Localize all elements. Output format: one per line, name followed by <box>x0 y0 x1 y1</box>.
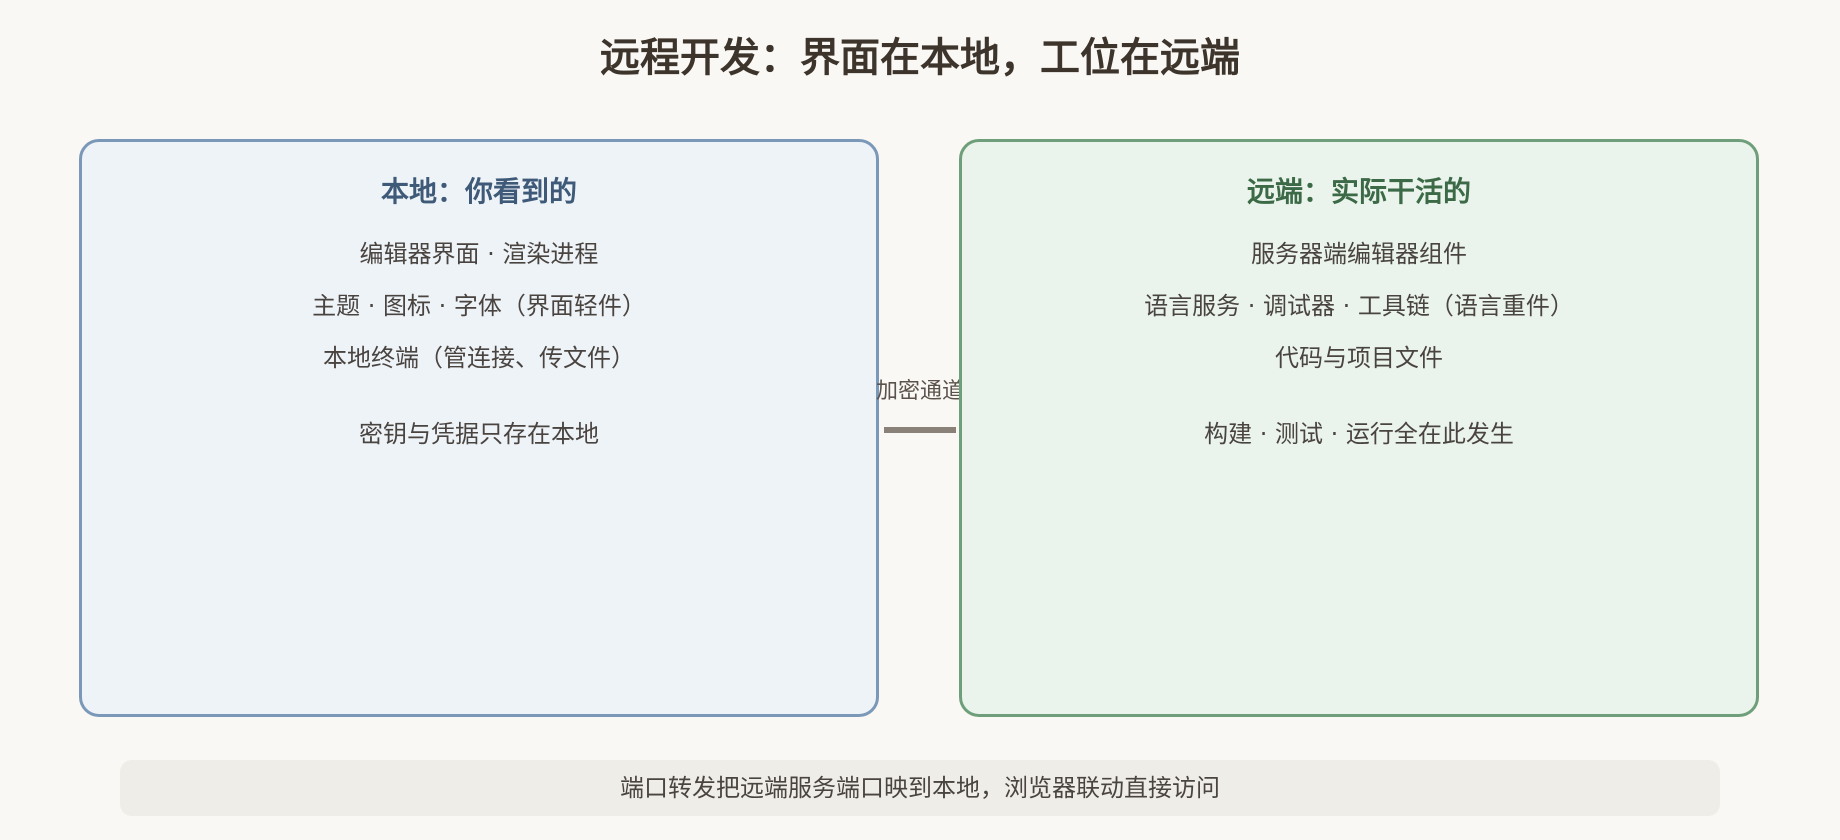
local-line-theme: 主题 · 图标 · 字体（界面轻件） <box>312 292 646 320</box>
footer-note: 端口转发把远端服务端口映到本地，浏览器联动直接访问 <box>120 760 1720 816</box>
diagram-title: 远程开发：界面在本地，工位在远端 <box>600 35 1240 81</box>
tunnel-connector <box>884 427 956 433</box>
local-panel-title: 本地：你看到的 <box>380 175 577 208</box>
remote-line-language-services: 语言服务 · 调试器 · 工具链（语言重件） <box>1144 292 1574 320</box>
remote-panel: 远端：实际干活的 服务器端编辑器组件 语言服务 · 调试器 · 工具链（语言重件… <box>959 139 1759 717</box>
remote-line-build: 构建 · 测试 · 运行全在此发生 <box>1204 420 1514 448</box>
local-line-terminal: 本地终端（管连接、传文件） <box>323 344 635 372</box>
diagram-page: 远程开发：界面在本地，工位在远端 本地：你看到的 编辑器界面 · 渲染进程 主题… <box>0 0 1840 840</box>
local-line-editor-ui: 编辑器界面 · 渲染进程 <box>359 240 599 268</box>
remote-line-server: 服务器端编辑器组件 <box>1251 240 1467 268</box>
local-panel: 本地：你看到的 编辑器界面 · 渲染进程 主题 · 图标 · 字体（界面轻件） … <box>79 139 879 717</box>
remote-panel-title: 远端：实际干活的 <box>1246 175 1471 208</box>
tunnel-label: 加密通道 <box>875 379 964 404</box>
local-line-credentials: 密钥与凭据只存在本地 <box>359 420 599 448</box>
footer-text: 端口转发把远端服务端口映到本地，浏览器联动直接访问 <box>620 774 1220 802</box>
remote-line-code: 代码与项目文件 <box>1275 344 1443 372</box>
